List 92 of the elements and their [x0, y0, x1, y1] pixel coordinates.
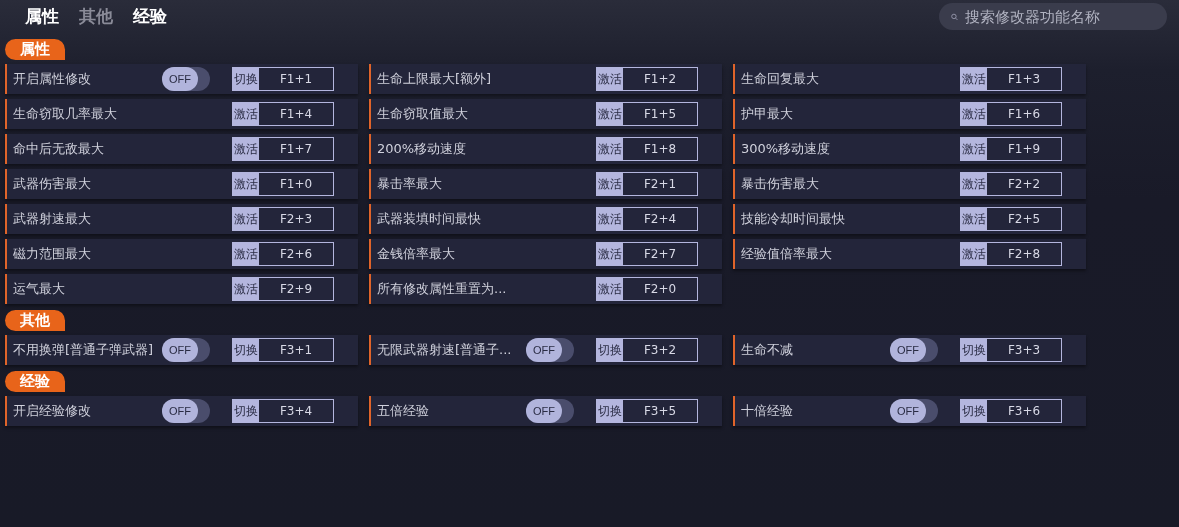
action-button[interactable]: 激活	[596, 67, 623, 91]
action-button[interactable]: 切换	[232, 399, 259, 423]
hotkey-field[interactable]: F1+8	[623, 137, 698, 161]
action-button[interactable]: 激活	[596, 102, 623, 126]
hotkey-field[interactable]: F1+7	[259, 137, 334, 161]
hotkey-field[interactable]: F2+2	[987, 172, 1062, 196]
action-button[interactable]: 切换	[232, 67, 259, 91]
cheat-label: 金钱倍率最大	[377, 245, 456, 263]
action-button[interactable]: 切换	[960, 338, 987, 362]
cheat-label: 运气最大	[13, 280, 66, 298]
action-button[interactable]: 激活	[960, 102, 987, 126]
section-header: 经验	[5, 371, 65, 392]
hotkey-field[interactable]: F2+1	[623, 172, 698, 196]
section-header: 属性	[5, 39, 65, 60]
hotkey-field[interactable]: F1+4	[259, 102, 334, 126]
action-button[interactable]: 激活	[232, 172, 259, 196]
toggle-switch[interactable]: OFF	[526, 399, 574, 423]
hotkey-field[interactable]: F2+4	[623, 207, 698, 231]
cheat-label: 生命回复最大	[741, 70, 820, 88]
section-header: 其他	[5, 310, 65, 331]
action-button[interactable]: 激活	[232, 137, 259, 161]
action-button[interactable]: 激活	[596, 172, 623, 196]
hotkey-field[interactable]: F1+0	[259, 172, 334, 196]
toggle-switch[interactable]: OFF	[526, 338, 574, 362]
hotkey-field[interactable]: F3+4	[259, 399, 334, 423]
hotkey-field[interactable]: F3+1	[259, 338, 334, 362]
cheat-label: 300%移动速度	[741, 140, 832, 158]
hotkey-field[interactable]: F3+3	[987, 338, 1062, 362]
cheat-label: 护甲最大	[741, 105, 794, 123]
cheat-label: 生命上限最大[额外]	[377, 70, 493, 88]
hotkey-field[interactable]: F2+5	[987, 207, 1062, 231]
cheat-label: 生命窃取几率最大	[13, 105, 118, 123]
cheat-label: 无限武器射速[普通子...	[377, 341, 513, 359]
tab[interactable]: 其他	[75, 5, 117, 28]
hotkey-field[interactable]: F2+3	[259, 207, 334, 231]
action-button[interactable]: 激活	[960, 242, 987, 266]
action-button[interactable]: 切换	[596, 399, 623, 423]
action-button[interactable]: 激活	[960, 137, 987, 161]
tab[interactable]: 属性	[21, 5, 63, 28]
toggle-switch[interactable]: OFF	[890, 399, 938, 423]
hotkey-field[interactable]: F1+9	[987, 137, 1062, 161]
hotkey-field[interactable]: F2+8	[987, 242, 1062, 266]
hotkey-field[interactable]: F1+1	[259, 67, 334, 91]
cheat-label: 磁力范围最大	[13, 245, 92, 263]
hotkey-field[interactable]: F2+7	[623, 242, 698, 266]
action-button[interactable]: 激活	[596, 277, 623, 301]
hotkey-field[interactable]: F2+9	[259, 277, 334, 301]
hotkey-field[interactable]: F1+3	[987, 67, 1062, 91]
hotkey-field[interactable]: F2+6	[259, 242, 334, 266]
cheat-label: 生命不减	[741, 341, 794, 359]
toggle-switch[interactable]: OFF	[162, 399, 210, 423]
action-button[interactable]: 激活	[232, 207, 259, 231]
hotkey-field[interactable]: F1+5	[623, 102, 698, 126]
cheat-label: 命中后无敌最大	[13, 140, 105, 158]
action-button[interactable]: 激活	[232, 102, 259, 126]
action-button[interactable]: 激活	[960, 67, 987, 91]
action-button[interactable]: 激活	[232, 277, 259, 301]
cheat-label: 开启经验修改	[13, 402, 92, 420]
cheat-label: 不用换弹[普通子弹武器]	[13, 341, 155, 359]
toggle-switch[interactable]: OFF	[162, 67, 210, 91]
cheat-label: 暴击伤害最大	[741, 175, 820, 193]
toggle-switch[interactable]: OFF	[162, 338, 210, 362]
action-button[interactable]: 激活	[232, 242, 259, 266]
cheat-label: 所有修改属性重置为...	[377, 280, 508, 298]
action-button[interactable]: 激活	[596, 242, 623, 266]
action-button[interactable]: 激活	[596, 207, 623, 231]
cheat-label: 200%移动速度	[377, 140, 468, 158]
action-button[interactable]: 激活	[960, 207, 987, 231]
hotkey-field[interactable]: F2+0	[623, 277, 698, 301]
cheat-label: 开启属性修改	[13, 70, 92, 88]
hotkey-field[interactable]: F1+6	[987, 102, 1062, 126]
hotkey-field[interactable]: F3+6	[987, 399, 1062, 423]
tab[interactable]: 经验	[129, 5, 171, 28]
action-button[interactable]: 切换	[596, 338, 623, 362]
hotkey-field[interactable]: F3+5	[623, 399, 698, 423]
action-button[interactable]: 激活	[596, 137, 623, 161]
search-field[interactable]: 搜索修改器功能名称	[939, 3, 1167, 30]
cheat-label: 武器伤害最大	[13, 175, 92, 193]
hotkey-field[interactable]: F1+2	[623, 67, 698, 91]
action-button[interactable]: 切换	[232, 338, 259, 362]
toggle-switch[interactable]: OFF	[890, 338, 938, 362]
cheat-label: 暴击率最大	[377, 175, 443, 193]
cheat-label: 十倍经验	[741, 402, 794, 420]
cheat-label: 经验值倍率最大	[741, 245, 833, 263]
cheat-label: 武器射速最大	[13, 210, 92, 228]
cheat-label: 生命窃取值最大	[377, 105, 469, 123]
cheat-label: 五倍经验	[377, 402, 430, 420]
hotkey-field[interactable]: F3+2	[623, 338, 698, 362]
action-button[interactable]: 切换	[960, 399, 987, 423]
cheat-label: 武器装填时间最快	[377, 210, 482, 228]
cheat-label: 技能冷却时间最快	[741, 210, 846, 228]
action-button[interactable]: 激活	[960, 172, 987, 196]
